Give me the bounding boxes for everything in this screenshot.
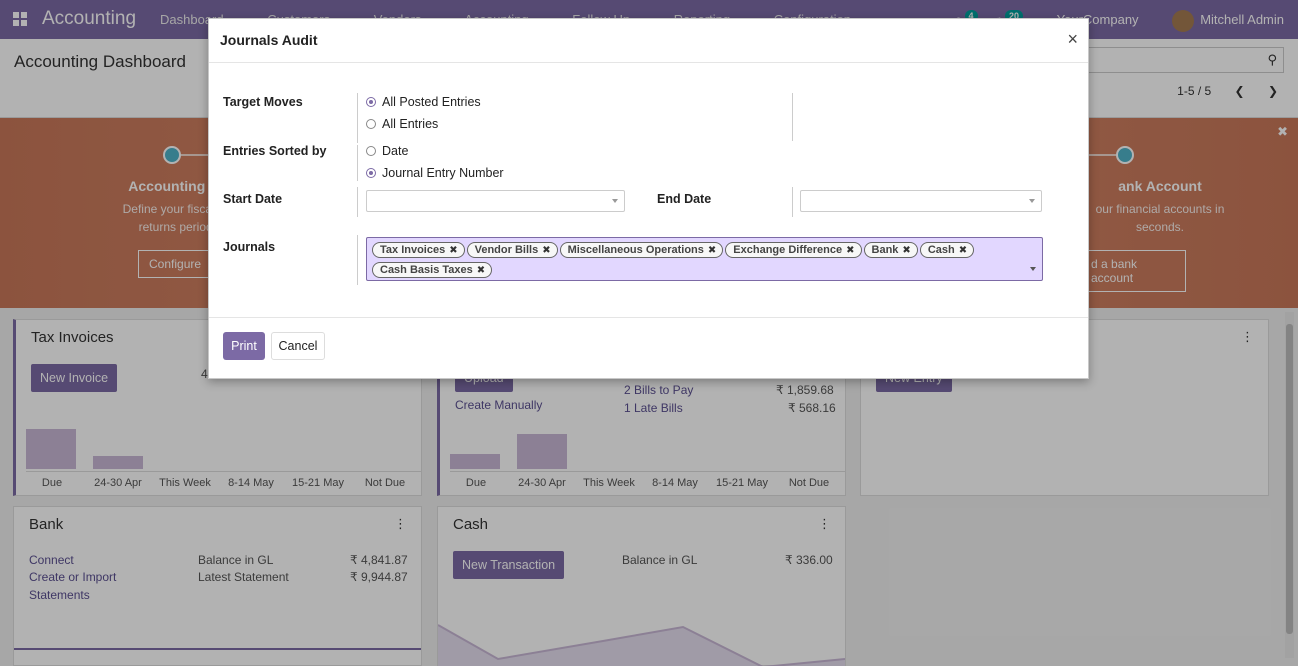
remove-tag-icon[interactable]: ✖: [477, 265, 485, 276]
radio-label: Date: [382, 144, 409, 158]
journal-tag-label: Tax Invoices: [380, 244, 446, 256]
journal-tag: Tax Invoices ✖: [372, 242, 465, 258]
target-moves-label: Target Moves: [223, 95, 303, 109]
dialog-title: Journals Audit: [220, 32, 318, 48]
radio-unselected-icon[interactable]: [366, 119, 376, 129]
journal-tag-label: Miscellaneous Operations: [567, 244, 704, 256]
journal-tag-label: Cash: [927, 244, 955, 256]
journal-tag-label: Bank: [871, 244, 899, 256]
dialog-header: Journals Audit ×: [209, 19, 1088, 63]
journals-label: Journals: [223, 240, 276, 254]
close-icon[interactable]: ×: [1067, 29, 1078, 50]
print-button[interactable]: Print: [223, 332, 265, 360]
remove-tag-icon[interactable]: ✖: [846, 245, 854, 256]
radio-selected-icon[interactable]: [366, 97, 376, 107]
journal-tags: Tax Invoices ✖ Vendor Bills ✖ Miscellaneous …: [370, 241, 1010, 281]
end-date-label: End Date: [657, 192, 712, 206]
journal-tag: Bank ✖: [863, 242, 918, 258]
field-separator: [357, 93, 358, 143]
radio-unselected-icon[interactable]: [366, 146, 376, 156]
radio-all-posted-entries[interactable]: All Posted Entries: [366, 95, 481, 109]
radio-sort-journal-entry-number[interactable]: Journal Entry Number: [366, 166, 504, 180]
radio-label: All Entries: [382, 117, 439, 131]
field-separator: [792, 93, 793, 141]
journal-tag: Miscellaneous Operations ✖: [559, 242, 724, 258]
sorted-by-label: Entries Sorted by: [223, 144, 327, 158]
journal-tag: Exchange Difference ✖: [725, 242, 862, 258]
start-date-input[interactable]: [366, 190, 625, 212]
remove-tag-icon[interactable]: ✖: [449, 245, 457, 256]
field-separator: [357, 187, 358, 217]
radio-selected-icon[interactable]: [366, 168, 376, 178]
radio-all-entries[interactable]: All Entries: [366, 117, 438, 131]
chevron-down-icon[interactable]: [612, 199, 618, 203]
dialog-footer: Print Cancel: [209, 317, 1088, 379]
journal-tag-label: Vendor Bills: [474, 244, 539, 256]
journal-tag: Vendor Bills ✖: [466, 242, 558, 258]
radio-label: Journal Entry Number: [382, 166, 504, 180]
remove-tag-icon[interactable]: ✖: [959, 245, 967, 256]
chevron-down-icon[interactable]: [1030, 267, 1036, 271]
start-date-label: Start Date: [223, 192, 283, 206]
radio-sort-date[interactable]: Date: [366, 144, 408, 158]
remove-tag-icon[interactable]: ✖: [542, 245, 550, 256]
journal-tag-label: Cash Basis Taxes: [380, 264, 473, 276]
field-separator: [792, 187, 793, 217]
journals-many2many-input[interactable]: Tax Invoices ✖ Vendor Bills ✖ Miscellaneous …: [366, 237, 1043, 281]
field-separator: [357, 235, 358, 285]
field-separator: [357, 145, 358, 181]
end-date-input[interactable]: [800, 190, 1042, 212]
radio-label: All Posted Entries: [382, 95, 481, 109]
remove-tag-icon[interactable]: ✖: [902, 245, 910, 256]
journals-audit-dialog: Journals Audit × Target Moves All Posted…: [208, 18, 1089, 379]
cancel-button[interactable]: Cancel: [271, 332, 325, 360]
remove-tag-icon[interactable]: ✖: [708, 245, 716, 256]
journal-tag: Cash Basis Taxes ✖: [372, 262, 493, 278]
journal-tag: Cash ✖: [919, 242, 975, 258]
chevron-down-icon[interactable]: [1029, 199, 1035, 203]
journal-tag-label: Exchange Difference: [733, 244, 843, 256]
